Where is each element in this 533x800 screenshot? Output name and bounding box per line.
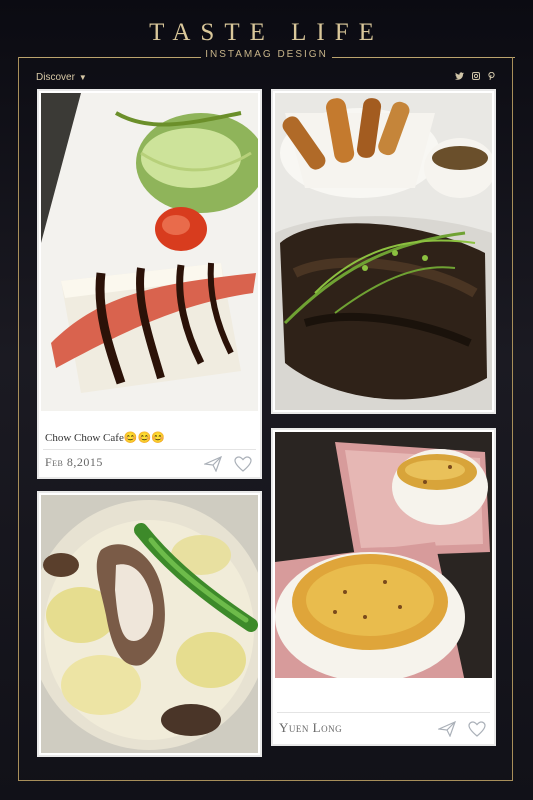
page-title: TASTE LIFE: [149, 19, 384, 46]
send-icon[interactable]: [204, 456, 222, 472]
post-photo-1[interactable]: [41, 93, 258, 411]
chevron-down-icon: ▼: [78, 73, 87, 82]
social-links: [455, 71, 495, 82]
discover-dropdown[interactable]: Discover ▼: [36, 72, 87, 83]
card-divider: [43, 449, 256, 450]
post-date: Feb 8,2015: [45, 455, 103, 469]
post-card-1[interactable]: Chow Chow Cafe😊😊😊 Feb 8,2015: [37, 89, 262, 479]
post-caption-4: Yuen Long: [279, 720, 343, 735]
instagram-icon[interactable]: [472, 72, 480, 82]
post-photo-3[interactable]: [41, 495, 258, 753]
card-actions: [204, 456, 252, 472]
post-card-4[interactable]: Yuen Long: [271, 428, 496, 746]
post-photo-2[interactable]: [275, 93, 492, 410]
post-photo-4[interactable]: [275, 432, 492, 678]
twitter-icon[interactable]: [455, 72, 464, 82]
heart-icon[interactable]: [234, 456, 252, 472]
card-actions: [438, 721, 486, 737]
post-card-2[interactable]: [271, 89, 496, 414]
pinterest-icon[interactable]: [488, 71, 495, 82]
post-card-3[interactable]: [37, 491, 262, 757]
card-divider: [277, 712, 490, 713]
post-caption-1: Chow Chow Cafe😊😊😊: [45, 432, 165, 444]
heart-icon[interactable]: [468, 721, 486, 737]
send-icon[interactable]: [438, 721, 456, 737]
discover-label: Discover: [36, 72, 75, 83]
